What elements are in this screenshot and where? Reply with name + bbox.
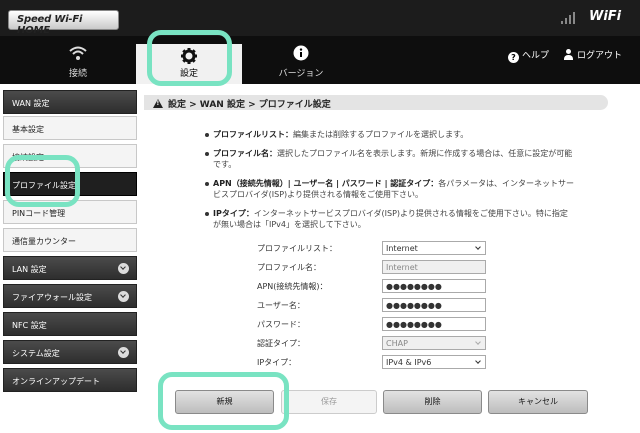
save-button[interactable]: 保存 — [281, 390, 377, 414]
tab-settings-label: 設定 — [179, 69, 198, 79]
sidebar-item-counter[interactable]: 通信量カウンター — [3, 228, 137, 252]
wifi-icon — [69, 46, 87, 60]
wifi-badge-text: WiFi — [589, 9, 622, 24]
list-item: IPタイプ：インターネットサービスプロバイダ(ISP)より提供される情報をご使用… — [205, 208, 575, 230]
sidebar-item-label: 基本設定 — [12, 125, 44, 134]
note-term: プロファイル名： — [213, 149, 277, 158]
sidebar-item-label: 接続設定 — [12, 153, 44, 162]
sidebar-item-connection[interactable]: 接続設定 — [3, 144, 137, 168]
sidebar-item-label: NFC 設定 — [12, 321, 47, 330]
top-bar: Speed Wi-Fi HOME WiFi — [0, 0, 640, 36]
list-item: APN（接続先情報）| ユーザー名 | パスワード | 認証タイプ：各パラメータ… — [205, 178, 575, 200]
cancel-button[interactable]: キャンセル — [488, 390, 588, 414]
help-icon: ? — [508, 52, 519, 63]
user-icon — [563, 49, 574, 60]
tab-version[interactable]: バージョン — [272, 36, 330, 84]
password-label: パスワード： — [257, 320, 305, 329]
warning-icon — [153, 99, 163, 108]
sidebar-item-wan[interactable]: WAN 設定 — [3, 90, 137, 114]
sidebar-item-label: ファイアウォール設定 — [12, 293, 92, 302]
username-label: ユーザー名： — [257, 301, 305, 310]
sidebar-item-lan[interactable]: LAN 設定 — [3, 256, 137, 280]
profile-name-label: プロファイル名： — [257, 263, 321, 272]
ip-type-label: IPタイプ： — [257, 358, 297, 367]
help-label: ヘルプ — [522, 51, 550, 61]
sidebar-item-label: プロファイル設定 — [12, 181, 76, 190]
brand-logo: Speed Wi-Fi HOME — [8, 10, 119, 36]
delete-button[interactable]: 削除 — [383, 390, 482, 414]
note-term: プロファイルリスト： — [213, 130, 293, 139]
auth-type-select[interactable]: CHAP — [382, 336, 486, 350]
note-text: 編集または削除するプロファイルを選択します。 — [293, 130, 469, 139]
sidebar-item-system[interactable]: システム設定 — [3, 340, 137, 364]
tab-connection-label: 接続 — [68, 69, 87, 79]
sidebar-item-profile[interactable]: プロファイル設定 — [3, 172, 137, 196]
note-term: APN（接続先情報）| ユーザー名 | パスワード | 認証タイプ： — [213, 179, 439, 188]
chevron-down-icon — [118, 347, 129, 358]
apn-field[interactable]: ●●●●●●●● — [382, 279, 486, 293]
chevron-down-icon — [118, 263, 129, 274]
sidebar-item-update[interactable]: オンラインアップデート — [3, 368, 137, 392]
sidebar-item-label: PINコード管理 — [12, 209, 66, 218]
new-button[interactable]: 新規 — [175, 390, 274, 414]
breadcrumb-text: 設定 > WAN 設定 > プロファイル設定 — [168, 100, 331, 110]
profile-list-select[interactable]: Internet — [382, 241, 486, 255]
sidebar-item-label: 通信量カウンター — [12, 237, 76, 246]
breadcrumb: 設定 > WAN 設定 > プロファイル設定 — [144, 95, 608, 110]
list-item: プロファイル名：選択したプロファイル名を表示します。新規に作成する場合は、任意に… — [205, 148, 575, 170]
sidebar-item-label: オンラインアップデート — [12, 377, 100, 386]
tab-version-label: バージョン — [278, 69, 324, 79]
username-field[interactable]: ●●●●●●●● — [382, 298, 486, 312]
sidebar-item-firewall[interactable]: ファイアウォール設定 — [3, 284, 137, 308]
auth-type-label: 認証タイプ： — [257, 339, 305, 348]
logout-label: ログアウト — [577, 51, 623, 61]
signal-strength-icon — [561, 12, 577, 24]
sidebar-item-label: システム設定 — [12, 349, 60, 358]
info-icon — [293, 45, 309, 61]
sidebar-item-basic[interactable]: 基本設定 — [3, 116, 137, 140]
tab-settings[interactable]: 設定 — [136, 44, 242, 84]
profile-name-field[interactable]: Internet — [382, 260, 486, 274]
note-text: インターネットサービスプロバイダ(ISP)より提供される情報をご使用下さい。特に… — [213, 209, 568, 229]
sidebar-item-label: LAN 設定 — [12, 265, 47, 274]
gear-icon — [181, 48, 197, 64]
password-field[interactable]: ●●●●●●●● — [382, 317, 486, 331]
profile-list-label: プロファイルリスト： — [257, 244, 337, 253]
tab-connection[interactable]: 接続 — [50, 36, 106, 84]
chevron-down-icon — [118, 291, 129, 302]
ip-type-select[interactable]: IPv4 & IPv6 — [382, 355, 486, 369]
note-term: IPタイプ： — [213, 209, 254, 218]
logout-link[interactable]: ログアウト — [563, 48, 622, 61]
sidebar-item-pin[interactable]: PINコード管理 — [3, 200, 137, 224]
apn-label: APN(接続先情報)： — [257, 282, 328, 291]
sidebar-item-nfc[interactable]: NFC 設定 — [3, 312, 137, 336]
help-notes: プロファイルリスト：編集または削除するプロファイルを選択します。 プロファイル名… — [205, 129, 575, 238]
sidebar-item-label: WAN 設定 — [12, 99, 50, 108]
wifi-status-icon: WiFi — [589, 9, 621, 24]
help-link[interactable]: ? ヘルプ — [508, 48, 549, 63]
list-item: プロファイルリスト：編集または削除するプロファイルを選択します。 — [205, 129, 575, 140]
